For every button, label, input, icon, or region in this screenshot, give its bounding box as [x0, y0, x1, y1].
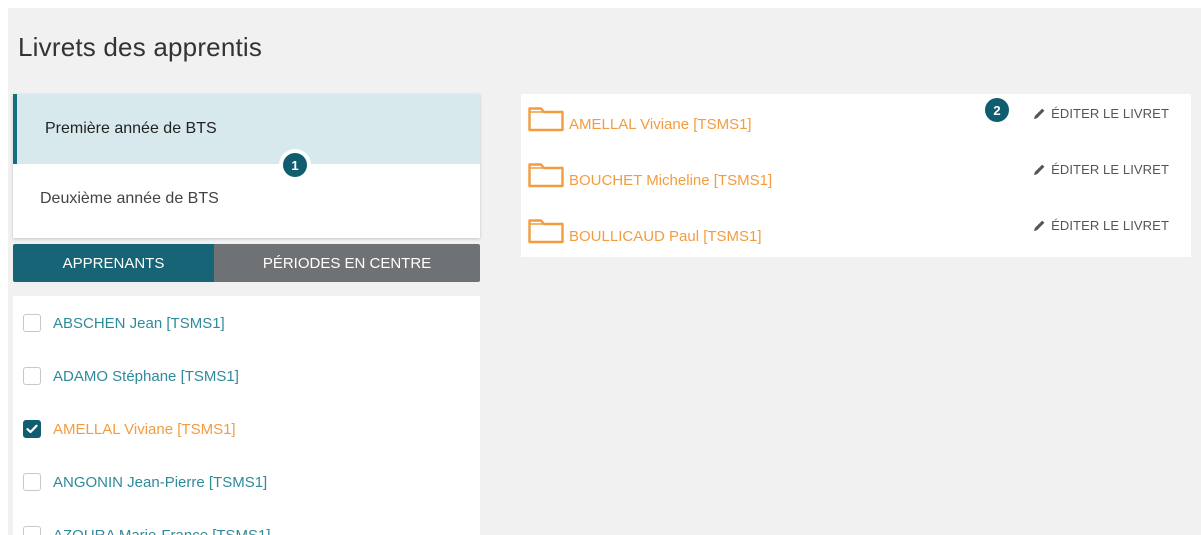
year-item-first[interactable]: Première année de BTS: [13, 94, 480, 164]
pencil-icon: [1034, 220, 1045, 231]
year-item-second[interactable]: Deuxième année de BTS: [13, 164, 480, 234]
learner-name: ADAMO Stéphane [TSMS1]: [53, 367, 239, 385]
booklet-name[interactable]: BOULLICAUD Paul [TSMS1]: [569, 228, 762, 245]
list-item[interactable]: AMELLAL Viviane [TSMS1]: [13, 409, 480, 449]
checkbox-checked[interactable]: [23, 420, 41, 438]
checkbox[interactable]: [23, 314, 41, 332]
pencil-icon: [1034, 108, 1045, 119]
learner-name: ABSCHEN Jean [TSMS1]: [53, 314, 225, 332]
edit-booklet-button[interactable]: ÉDITER LE LIVRET: [1033, 218, 1169, 233]
tab-bar: APPRENANTS PÉRIODES EN CENTRE: [13, 244, 480, 282]
list-item[interactable]: ABSCHEN Jean [TSMS1]: [13, 303, 480, 343]
page: Livrets des apprentis Première année de …: [8, 8, 1201, 535]
checkbox[interactable]: [23, 367, 41, 385]
booklet-row: BOUCHET Micheline [TSMS1] ÉDITER LE LIVR…: [521, 150, 1191, 204]
edit-booklet-label: ÉDITER LE LIVRET: [1051, 162, 1169, 177]
tab-apprenants[interactable]: APPRENANTS: [13, 244, 214, 282]
checkbox[interactable]: [23, 526, 41, 535]
year-item-label: Deuxième année de BTS: [40, 190, 219, 207]
edit-booklet-button[interactable]: ÉDITER LE LIVRET: [1033, 106, 1169, 121]
edit-booklet-label: ÉDITER LE LIVRET: [1051, 106, 1169, 121]
booklet-name[interactable]: BOUCHET Micheline [TSMS1]: [569, 172, 772, 189]
booklet-list: 2 AMELLAL Viviane [TSMS1] ÉDITER LE LIVR…: [521, 94, 1191, 257]
folder-icon: [528, 163, 564, 188]
folder-icon: [528, 219, 564, 244]
page-title: Livrets des apprentis: [18, 32, 263, 62]
year-selector: Première année de BTS Deuxième année de …: [13, 94, 480, 238]
booklet-row: AMELLAL Viviane [TSMS1] ÉDITER LE LIVRET: [521, 94, 1191, 148]
booklet-name[interactable]: AMELLAL Viviane [TSMS1]: [569, 116, 752, 133]
learner-name: ANGONIN Jean-Pierre [TSMS1]: [53, 473, 268, 491]
learner-list: ABSCHEN Jean [TSMS1] ADAMO Stéphane [TSM…: [13, 296, 480, 535]
year-item-label: Première année de BTS: [45, 120, 217, 137]
booklet-row: BOULLICAUD Paul [TSMS1] ÉDITER LE LIVRET: [521, 206, 1191, 260]
pencil-icon: [1034, 164, 1045, 175]
checkbox[interactable]: [23, 473, 41, 491]
step-badge-1: 1: [283, 153, 307, 177]
edit-booklet-label: ÉDITER LE LIVRET: [1051, 218, 1169, 233]
checkmark-icon: [26, 424, 38, 434]
folder-icon: [528, 107, 564, 132]
list-item[interactable]: ADAMO Stéphane [TSMS1]: [13, 356, 480, 396]
learner-name: AMELLAL Viviane [TSMS1]: [53, 420, 236, 438]
edit-booklet-button[interactable]: ÉDITER LE LIVRET: [1033, 162, 1169, 177]
tab-periodes[interactable]: PÉRIODES EN CENTRE: [214, 244, 480, 282]
list-item[interactable]: AZOURA Marie-France [TSMS1]: [13, 515, 480, 535]
learner-name: AZOURA Marie-France [TSMS1]: [53, 526, 271, 535]
list-item[interactable]: ANGONIN Jean-Pierre [TSMS1]: [13, 462, 480, 502]
